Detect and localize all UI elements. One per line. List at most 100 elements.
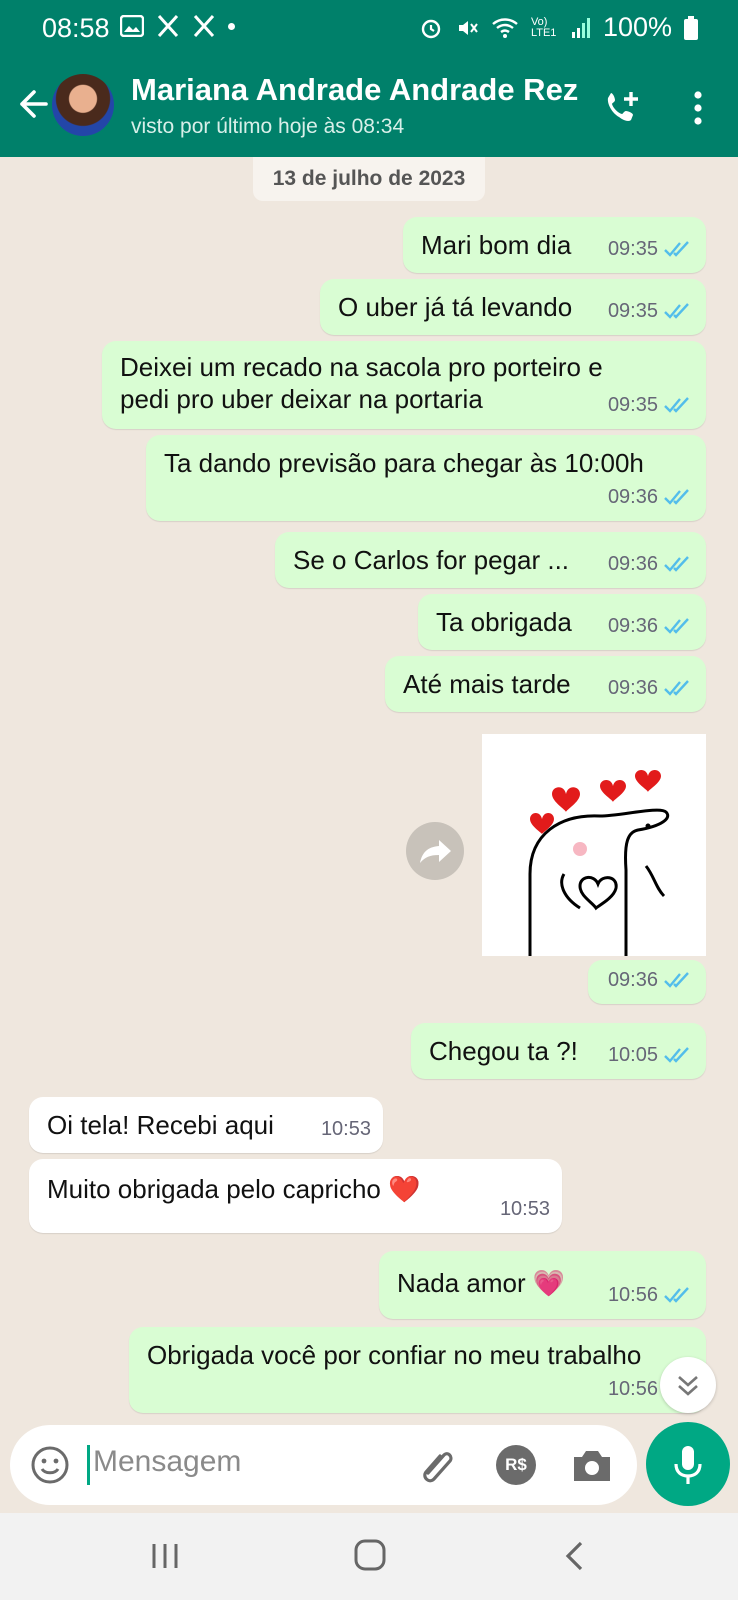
message-meta: 10:05	[608, 1037, 694, 1073]
message-meta: 09:36	[608, 670, 694, 706]
message-bubble[interactable]: Mari bom dia 09:35	[403, 217, 706, 273]
message-meta: 10:53	[500, 1191, 550, 1227]
message-time: 09:36	[607, 677, 658, 699]
message-bubble[interactable]: O uber já tá levando 09:35	[320, 279, 706, 335]
message-bubble[interactable]: Ta dando previsão para chegar às 10:00h …	[146, 435, 706, 521]
battery-percent: 100%	[602, 12, 672, 42]
message-bubble[interactable]: Nada amor 💗 10:56	[379, 1251, 706, 1319]
read-ticks-icon	[664, 489, 689, 505]
gallery-icon	[120, 15, 144, 37]
read-ticks-icon	[664, 680, 689, 696]
attachment-icon[interactable]	[414, 1444, 454, 1488]
message-time: 10:56	[607, 1378, 658, 1400]
message-bubble[interactable]: Deixei um recado na sacola pro porteiro …	[102, 341, 706, 429]
message-bubble[interactable]: Chegou ta ?! 10:05	[411, 1023, 706, 1079]
chat-area[interactable]: 13 de julho de 2023 Mari bom dia 09:35 O…	[0, 157, 738, 1419]
x-app-icon-2	[193, 14, 215, 38]
message-meta: 09:36	[608, 479, 694, 515]
message-time: 10:53	[320, 1118, 371, 1140]
message-time: 09:36	[607, 615, 658, 637]
status-time: 08:58	[42, 13, 110, 43]
message-bubble[interactable]: Ta obrigada 09:36	[418, 594, 706, 650]
double-chevron-down-icon	[678, 1376, 698, 1396]
message-time: 09:35	[607, 300, 658, 322]
text-caret	[87, 1445, 90, 1485]
read-ticks-icon	[664, 303, 689, 319]
read-ticks-icon	[664, 1047, 689, 1063]
message-time: 09:36	[607, 486, 658, 508]
home-icon[interactable]	[352, 1537, 388, 1573]
message-bubble[interactable]: Muito obrigada pelo capricho ❤️ 10:53	[29, 1159, 562, 1233]
message-text: Muito obrigada pelo capricho ❤️	[47, 1174, 421, 1204]
message-composer[interactable]: Mensagem R$	[10, 1425, 637, 1505]
message-time: 09:35	[607, 238, 658, 260]
read-ticks-icon	[664, 1287, 689, 1303]
flork-hearts-sticker	[528, 769, 670, 956]
system-nav-bar	[0, 1513, 738, 1600]
status-bar: 08:58 Vo) LTE1 100%	[0, 0, 738, 58]
message-time: 09:36	[607, 553, 658, 575]
message-input[interactable]: Mensagem	[93, 1445, 241, 1479]
read-ticks-icon	[664, 972, 689, 988]
voice-message-button[interactable]	[646, 1422, 730, 1506]
mute-icon	[458, 20, 478, 35]
message-time: 09:36	[607, 969, 658, 991]
sticker-image[interactable]	[482, 734, 706, 956]
message-text: O uber já tá levando	[338, 292, 573, 322]
message-time: 10:05	[607, 1044, 658, 1066]
message-meta: 10:56	[608, 1277, 694, 1313]
message-bubble[interactable]: Até mais tarde 09:36	[385, 656, 706, 712]
read-ticks-icon	[664, 556, 689, 572]
read-ticks-icon	[664, 618, 689, 634]
chat-header: Mariana Andrade Andrade Rez visto por úl…	[0, 58, 738, 157]
message-meta: 09:35	[608, 231, 694, 267]
network-label: Vo) LTE1	[530, 15, 557, 39]
contact-name[interactable]: Mariana Andrade Andrade Rez	[131, 72, 578, 108]
message-meta: 09:36	[608, 546, 694, 582]
camera-icon[interactable]	[570, 1445, 614, 1485]
last-seen: visto por último hoje às 08:34	[131, 115, 405, 138]
contact-avatar[interactable]	[52, 74, 114, 136]
message-text: Ta obrigada	[436, 607, 572, 637]
message-text: Se o Carlos for pegar ...	[293, 545, 570, 575]
sticker-time-chip: 09:36	[588, 960, 706, 1004]
back-arrow-icon[interactable]	[14, 86, 50, 122]
more-notifications-dot-icon	[228, 22, 235, 30]
forward-arrow-icon	[420, 840, 451, 863]
message-text-line-1: Deixei um recado na sacola pro porteiro …	[120, 352, 603, 382]
notification-icons	[120, 14, 235, 38]
add-call-icon[interactable]	[603, 88, 643, 128]
message-meta: 10:53	[321, 1111, 371, 1147]
message-meta: 09:35	[608, 387, 694, 423]
top-bar: 08:58 Vo) LTE1 100% Mariana Andrade Andr…	[0, 0, 738, 157]
nav-back-icon[interactable]	[560, 1539, 590, 1573]
message-meta: 09:36	[608, 608, 694, 644]
read-ticks-icon	[664, 397, 689, 413]
message-text: Oi tela! Recebi aqui	[47, 1110, 274, 1140]
message-time: 10:56	[607, 1284, 658, 1306]
x-app-icon	[157, 14, 179, 38]
alarm-icon	[421, 19, 441, 38]
message-meta: 09:36	[608, 962, 694, 998]
microphone-icon	[674, 1446, 702, 1484]
message-bubble[interactable]: Oi tela! Recebi aqui 10:53	[29, 1097, 383, 1153]
payment-icon[interactable]: R$	[496, 1445, 536, 1485]
read-ticks-icon	[664, 241, 689, 257]
battery-icon	[684, 15, 698, 40]
signal-icon	[571, 17, 590, 38]
date-chip: 13 de julho de 2023	[253, 157, 485, 201]
scroll-to-bottom-button[interactable]	[660, 1357, 716, 1413]
forward-button[interactable]	[406, 822, 464, 880]
message-text: Chegou ta ?!	[429, 1036, 578, 1066]
message-text-line-2: pedi pro uber deixar na portaria	[120, 384, 483, 414]
message-text: Até mais tarde	[403, 669, 571, 699]
message-time: 09:35	[607, 394, 658, 416]
message-text: Mari bom dia	[421, 230, 572, 260]
message-time: 10:53	[499, 1198, 550, 1220]
emoji-icon[interactable]	[30, 1445, 70, 1485]
message-bubble[interactable]: Se o Carlos for pegar ... 09:36	[275, 532, 706, 588]
recent-apps-icon[interactable]	[150, 1541, 180, 1571]
message-bubble[interactable]: Obrigada você por confiar no meu trabalh…	[129, 1327, 706, 1413]
more-options-icon[interactable]	[680, 88, 716, 128]
message-text: Obrigada você por confiar no meu trabalh…	[147, 1340, 642, 1370]
